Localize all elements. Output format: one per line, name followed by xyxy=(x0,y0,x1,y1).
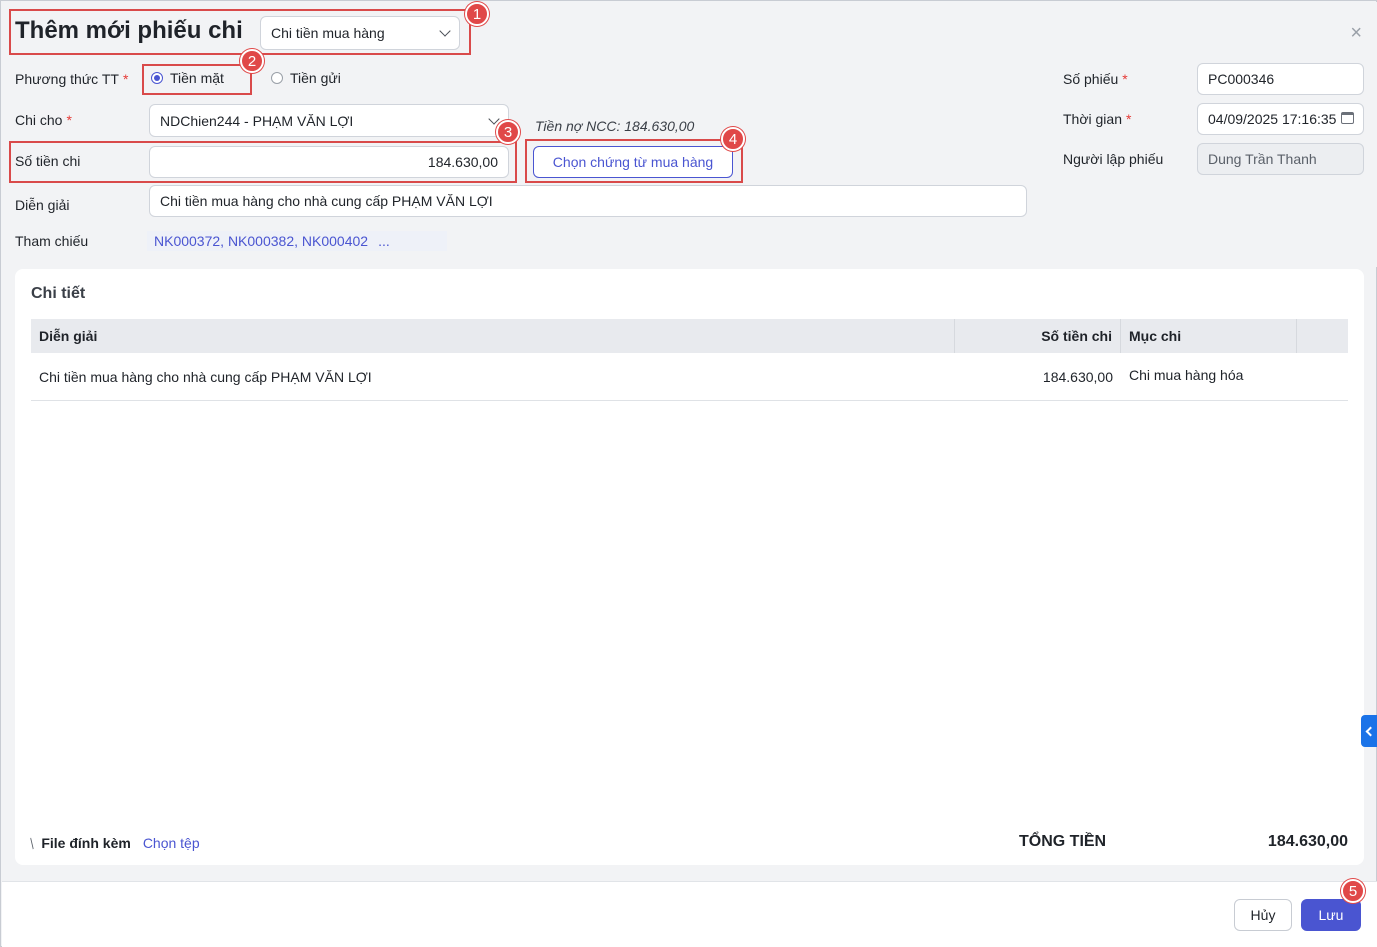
chevron-left-icon xyxy=(1365,726,1376,736)
highlight-box-3 xyxy=(9,141,517,183)
highlight-box-4 xyxy=(525,139,743,183)
save-button[interactable]: Lưu xyxy=(1301,899,1361,931)
paperclip-icon: ∕ xyxy=(25,836,39,850)
time-label: Thời gian * xyxy=(1063,111,1132,127)
detail-title: Chi tiết xyxy=(31,285,86,302)
total-label: TỔNG TIỀN xyxy=(1019,833,1107,850)
cell-amount: 184.630,00 xyxy=(1042,368,1113,385)
chevron-down-icon xyxy=(488,112,500,125)
payment-method-label: Phương thức TT * xyxy=(15,71,129,87)
choose-file-link[interactable]: Chọn tệp xyxy=(143,835,200,851)
radio-bank[interactable]: Tiền gửi xyxy=(271,70,341,86)
detail-table-header: Diễn giải Số tiền chi Mục chi xyxy=(31,319,1348,353)
supplier-debt-text: Tiền nợ NCC: 184.630,00 xyxy=(535,118,695,134)
creator-input: Dung Trần Thanh xyxy=(1197,143,1364,175)
calendar-icon[interactable] xyxy=(1341,112,1354,124)
dialog-frame: Thêm mới phiếu chi Chi tiền mua hàng 1 ×… xyxy=(0,0,1377,947)
dialog-footer xyxy=(2,881,1377,947)
side-panel-toggle[interactable] xyxy=(1361,715,1377,747)
cell-category: Chi mua hàng hóa xyxy=(1129,366,1244,383)
step-badge-5: 5 xyxy=(1341,879,1365,903)
description-input[interactable]: Chi tiền mua hàng cho nhà cung cấp PHẠM … xyxy=(149,185,1027,217)
voucher-no-label: Số phiếu * xyxy=(1063,71,1128,87)
step-badge-3: 3 xyxy=(496,120,520,144)
detail-card: Chi tiết Diễn giải Số tiền chi Mục chi C… xyxy=(15,269,1364,865)
total-value: 184.630,00 xyxy=(1267,833,1348,850)
cancel-button[interactable]: Hủy xyxy=(1234,899,1292,931)
radio-unchecked-icon xyxy=(271,72,283,84)
step-badge-2: 2 xyxy=(240,49,264,73)
creator-label: Người lập phiếu xyxy=(1063,151,1164,167)
reference-links[interactable]: NK000372, NK000382, NK000402 ... xyxy=(147,231,447,251)
attachment-label: File đính kèm xyxy=(41,835,131,851)
attachment-area: ∕ File đính kèm Chọn tệp xyxy=(26,835,200,851)
highlight-box-1 xyxy=(9,9,471,55)
payee-select[interactable]: NDChien244 - PHẠM VĂN LỢI xyxy=(149,104,509,137)
col-header-amount: Số tiền chi xyxy=(955,319,1121,353)
time-input[interactable]: 04/09/2025 17:16:35 xyxy=(1197,103,1364,135)
step-badge-4: 4 xyxy=(721,127,745,151)
col-header-description: Diễn giải xyxy=(31,319,955,353)
col-header-category: Mục chi xyxy=(1121,319,1297,353)
step-badge-1: 1 xyxy=(465,2,489,26)
voucher-no-input[interactable]: PC000346 xyxy=(1197,63,1364,95)
description-label: Diễn giải xyxy=(15,197,70,213)
reference-label: Tham chiếu xyxy=(15,233,89,249)
highlight-box-2 xyxy=(142,64,252,95)
cell-description: Chi tiền mua hàng cho nhà cung cấp PHẠM … xyxy=(39,368,372,385)
table-row[interactable]: Chi tiền mua hàng cho nhà cung cấp PHẠM … xyxy=(31,353,1348,401)
payee-label: Chi cho * xyxy=(15,112,72,128)
close-icon[interactable]: × xyxy=(1350,23,1362,43)
